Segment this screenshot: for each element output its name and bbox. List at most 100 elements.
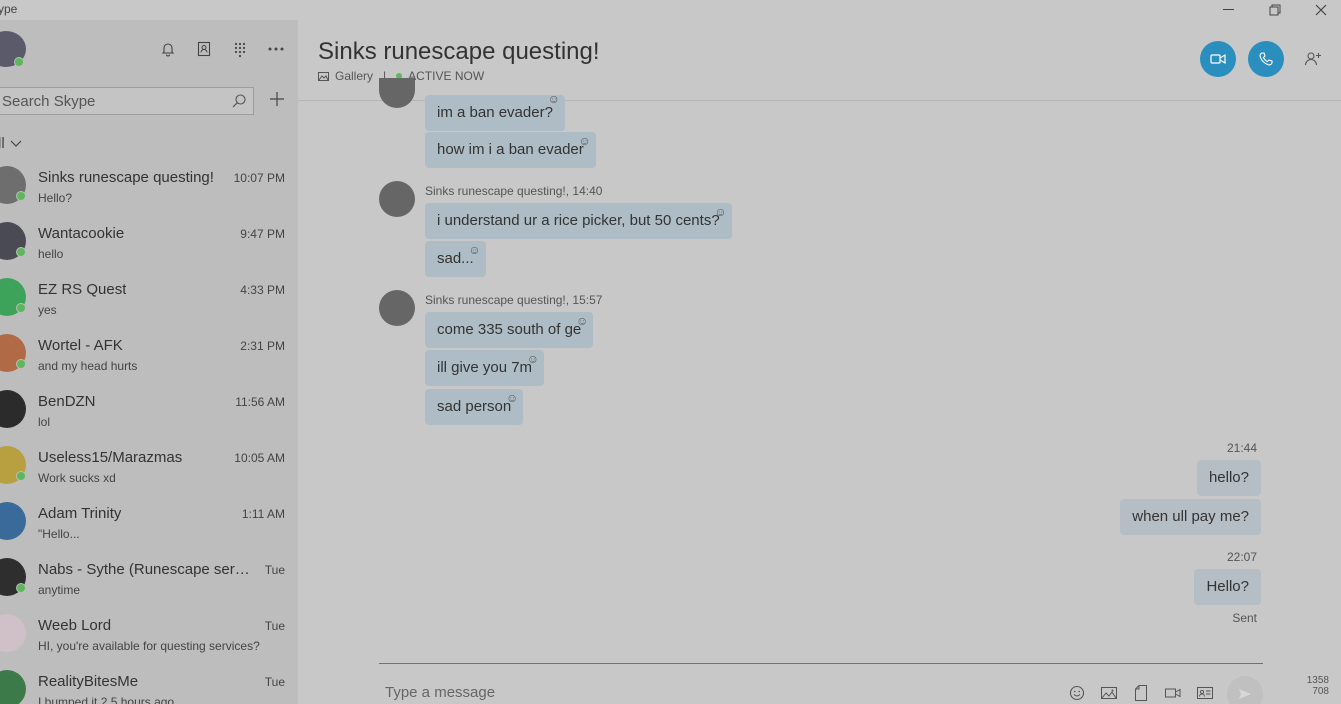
video-message-button[interactable] bbox=[1164, 685, 1182, 701]
notifications-button[interactable] bbox=[158, 39, 178, 59]
emoji-icon bbox=[1069, 685, 1085, 701]
video-call-button[interactable] bbox=[1200, 41, 1236, 77]
contact-name: Wortel - AFK bbox=[38, 337, 123, 354]
send-image-button[interactable] bbox=[1100, 685, 1118, 701]
own-message-bubble[interactable]: hello? bbox=[1196, 460, 1261, 496]
contact-name: BenDZN bbox=[38, 393, 96, 410]
smiley-react-icon[interactable]: ☺ bbox=[714, 206, 726, 218]
sender-avatar[interactable] bbox=[379, 290, 415, 326]
profile-avatar[interactable] bbox=[0, 31, 26, 67]
smiley-react-icon[interactable]: ☺ bbox=[578, 135, 590, 147]
contacts-button[interactable] bbox=[194, 39, 214, 59]
close-button[interactable] bbox=[1298, 0, 1341, 20]
smiley-react-icon[interactable]: ☺ bbox=[468, 244, 480, 256]
message-bubble[interactable]: ill give you 7m ☺ bbox=[425, 350, 545, 386]
message-bubble[interactable]: sad person ☺ bbox=[425, 389, 524, 425]
minimize-button[interactable] bbox=[1206, 0, 1252, 20]
chat-filter-dropdown[interactable]: ll bbox=[0, 135, 22, 152]
dialpad-icon bbox=[234, 42, 246, 57]
message-bubble[interactable]: sad... ☺ bbox=[425, 241, 486, 277]
audio-call-button[interactable] bbox=[1248, 41, 1284, 77]
online-status-dot bbox=[16, 247, 26, 257]
message-timestamp: 22:07 bbox=[1226, 550, 1257, 564]
smiley-react-icon[interactable]: ☺ bbox=[576, 315, 588, 327]
send-file-button[interactable] bbox=[1132, 685, 1150, 701]
message-text: how im i a ban evader bbox=[437, 141, 584, 158]
send-contact-button[interactable] bbox=[1196, 685, 1214, 701]
title-bar: ype bbox=[0, 0, 1341, 20]
composer bbox=[385, 684, 985, 701]
contact-avatar bbox=[0, 670, 26, 704]
more-options-button[interactable] bbox=[266, 39, 286, 59]
message-text: ill give you 7m bbox=[437, 359, 533, 376]
last-message-preview: Work sucks xd bbox=[38, 471, 116, 485]
chat-list-item[interactable]: Sinks runescape questing! 10:07 PM Hello? bbox=[0, 157, 298, 213]
chat-list-item[interactable]: RealityBitesMe Tue I bumped it 2.5 hours a… bbox=[0, 661, 298, 704]
last-message-time: 2:31 PM bbox=[240, 339, 285, 353]
close-icon bbox=[1315, 4, 1327, 16]
contact-name: Adam Trinity bbox=[38, 505, 122, 522]
chat-list-item[interactable]: Wortel - AFK 2:31 PM and my head hurts bbox=[0, 325, 298, 381]
contact-avatar bbox=[0, 222, 26, 260]
message-text: im a ban evader? bbox=[437, 104, 553, 121]
contact-name: Sinks runescape questing! bbox=[38, 169, 214, 186]
search-icon[interactable] bbox=[231, 93, 247, 109]
contact-avatar bbox=[0, 446, 26, 484]
add-people-button[interactable] bbox=[1295, 41, 1331, 77]
new-chat-button[interactable] bbox=[266, 90, 288, 112]
contact-avatar bbox=[0, 334, 26, 372]
message-bubble[interactable]: how im i a ban evader ☺ bbox=[425, 132, 596, 168]
last-message-preview: yes bbox=[38, 303, 57, 317]
message-bubble[interactable]: come 335 south of ge ☺ bbox=[425, 312, 594, 348]
contact-avatar bbox=[0, 166, 26, 204]
emoji-button[interactable] bbox=[1068, 685, 1086, 701]
online-status-dot bbox=[16, 303, 26, 313]
message-input[interactable] bbox=[385, 684, 985, 701]
message-meta: Sinks runescape questing!, 15:57 bbox=[425, 293, 603, 307]
send-button[interactable] bbox=[1227, 676, 1263, 704]
dialpad-button[interactable] bbox=[230, 39, 250, 59]
chat-list-item[interactable]: Wantacookie 9:47 PM hello bbox=[0, 213, 298, 269]
contact-avatar bbox=[0, 390, 26, 428]
plus-icon bbox=[270, 92, 284, 106]
conversation-pane: Sinks runescape questing! Gallery | ACTI… bbox=[298, 20, 1341, 704]
search-input[interactable] bbox=[0, 88, 224, 114]
restore-button[interactable] bbox=[1252, 0, 1298, 20]
chat-list-item[interactable]: Nabs - Sythe (Runescape servi... Tue anyti… bbox=[0, 549, 298, 605]
chat-list-item[interactable]: Adam Trinity 1:11 AM "Hello... bbox=[0, 493, 298, 549]
gallery-icon bbox=[318, 71, 329, 81]
message-text: hello? bbox=[1208, 469, 1249, 486]
smiley-react-icon[interactable]: ☺ bbox=[527, 353, 539, 365]
contact-name: EZ RS Quest bbox=[38, 281, 127, 298]
message-text: when ull pay me? bbox=[1132, 508, 1249, 525]
send-icon bbox=[1239, 689, 1251, 699]
last-message-preview: I bumped it 2.5 hours ago bbox=[38, 695, 175, 704]
chat-list-item[interactable]: Weeb Lord Tue HI, you're available for que… bbox=[0, 605, 298, 661]
sender-avatar[interactable] bbox=[379, 78, 415, 108]
sidebar: ll Sinks runescape questing! 10:07 PM Hell… bbox=[0, 20, 298, 704]
conversation-title[interactable]: Sinks runescape questing! bbox=[318, 38, 600, 66]
bell-icon bbox=[161, 43, 175, 57]
own-message-bubble[interactable]: when ull pay me? bbox=[1120, 499, 1261, 535]
contact-name: Weeb Lord bbox=[38, 617, 112, 634]
image-icon bbox=[1101, 687, 1117, 699]
smiley-react-icon[interactable]: ☺ bbox=[506, 392, 518, 404]
message-bubble[interactable]: im a ban evader? ☺ bbox=[425, 93, 565, 131]
last-message-preview: lol bbox=[38, 415, 51, 429]
last-message-preview: anytime bbox=[38, 583, 81, 597]
search-box bbox=[0, 87, 254, 115]
contact-name: RealityBitesMe bbox=[38, 673, 139, 690]
contact-avatar bbox=[0, 278, 26, 316]
message-bubble[interactable]: i understand ur a rice picker, but 50 ce… bbox=[425, 203, 732, 239]
chat-list: Sinks runescape questing! 10:07 PM Hello? W… bbox=[0, 157, 298, 704]
smiley-react-icon[interactable]: ☺ bbox=[548, 93, 560, 105]
chat-list-item[interactable]: Useless15/Marazmas 10:05 AM Work sucks xd bbox=[0, 437, 298, 493]
chat-list-item[interactable]: BenDZN 11:56 AM lol bbox=[0, 381, 298, 437]
own-message-bubble[interactable]: Hello? bbox=[1194, 569, 1261, 605]
contact-avatar bbox=[0, 614, 26, 652]
more-icon bbox=[268, 47, 284, 51]
gallery-link[interactable]: Gallery bbox=[335, 69, 373, 83]
sender-avatar[interactable] bbox=[379, 181, 415, 217]
chat-list-item[interactable]: EZ RS Quest 4:33 PM yes bbox=[0, 269, 298, 325]
last-message-time: 11:56 AM bbox=[235, 395, 285, 409]
